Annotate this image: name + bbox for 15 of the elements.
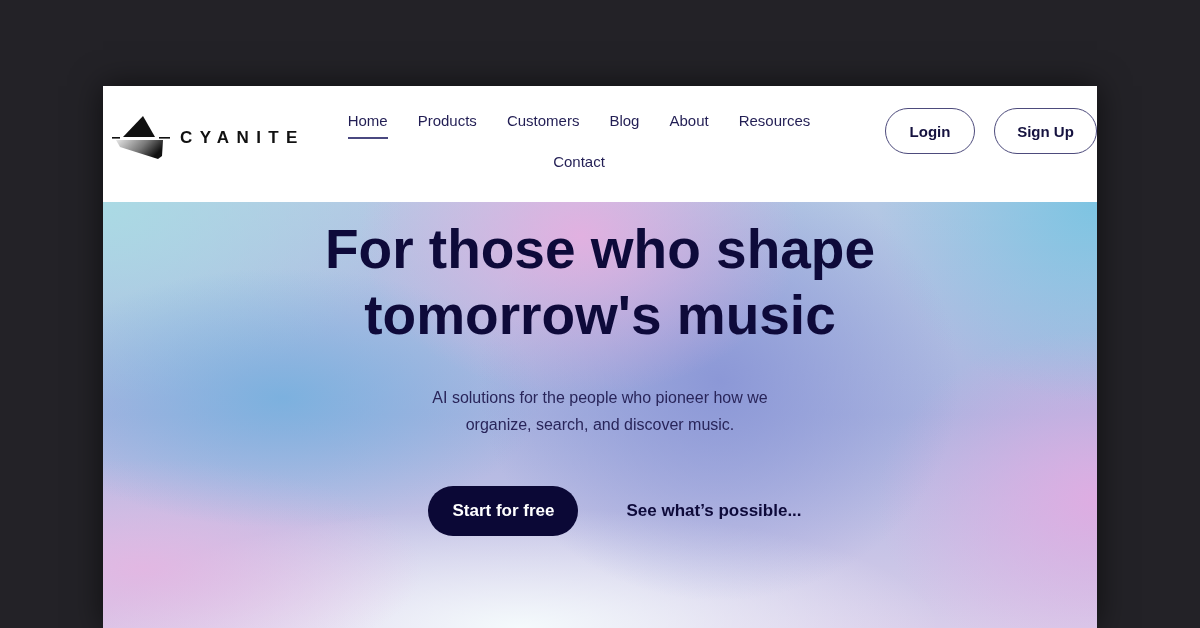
see-possible-link[interactable]: See what’s possible... <box>626 501 802 521</box>
nav-link[interactable]: Blog <box>609 110 640 139</box>
nav-link[interactable]: Home <box>347 110 388 139</box>
nav-link[interactable]: About <box>669 110 709 139</box>
nav-link[interactable]: Resources <box>738 110 811 139</box>
start-for-free-button[interactable]: Start for free <box>428 486 579 536</box>
logo-icon <box>112 115 170 160</box>
login-button[interactable]: Login <box>885 108 975 154</box>
hero-subtitle: AI solutions for the people who pioneer how we organize, search, and discover music. <box>431 388 769 435</box>
nav-link[interactable]: Products <box>417 110 477 139</box>
hero-heading: For those who shape tomorrow's music <box>323 217 877 348</box>
sign-up-button[interactable]: Sign Up <box>994 108 1097 154</box>
nav-link[interactable]: Customers <box>506 110 580 139</box>
logo-wordmark: CYANITE <box>180 127 305 148</box>
nav-link[interactable]: Contact <box>553 151 605 180</box>
